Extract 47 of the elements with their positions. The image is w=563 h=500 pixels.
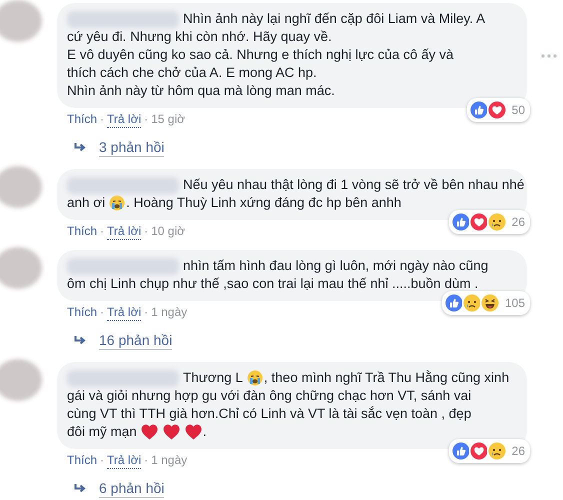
reactions-badge[interactable]: 26 bbox=[448, 439, 530, 463]
separator-dot: · bbox=[144, 111, 148, 128]
comment-text: cùng VT thì TTH già hơn.Chỉ có Linh và VT là tài sắc vẹn toàn , đẹp bbox=[67, 405, 472, 423]
reaction-count: 105 bbox=[504, 296, 525, 310]
comment-text: ôm chị Linh chụp như thế ,sao con trai lại mau thế nhỉ .....buồn dùm . bbox=[67, 275, 478, 293]
reaction-count: 26 bbox=[512, 215, 525, 229]
comment-text: Nhìn ảnh này từ hôm qua mà lòng man mác. bbox=[67, 82, 335, 100]
comment-text: . Hoàng Thuỳ Linh xứng đáng đc hp bên anhh bbox=[126, 194, 402, 212]
like-link[interactable]: Thích bbox=[67, 111, 98, 128]
timestamp: 1 ngày bbox=[151, 304, 188, 321]
reply-link[interactable]: Trả lời bbox=[107, 111, 142, 128]
timestamp: 1 ngày bbox=[151, 452, 188, 469]
reactions-badge[interactable]: 105 bbox=[442, 291, 530, 315]
view-replies-link[interactable]: 6 phản hồi bbox=[99, 480, 164, 498]
reactions-badge[interactable]: 26 bbox=[448, 210, 530, 234]
comment-text: Nếu yêu nhau thật lòng đi 1 vòng sẽ trở về bên nhau nhé bbox=[183, 176, 524, 194]
reply-link[interactable]: Trả lời bbox=[107, 223, 142, 240]
timestamp: 10 giờ bbox=[151, 223, 185, 240]
comment-text: anh ơi bbox=[67, 194, 106, 212]
comment-text: nhìn tấm hình đau lòng gì luôn, mới ngày nào cũng bbox=[183, 257, 488, 275]
separator-dot: · bbox=[144, 452, 148, 469]
comment-text: gái và giỏi nhưng hợp gu với đàn ông chững chạc hơn VT, sánh vai bbox=[67, 387, 472, 405]
comment-text: . bbox=[202, 423, 207, 441]
view-replies-link[interactable]: 16 phản hồi bbox=[99, 332, 172, 350]
separator-dot: · bbox=[100, 223, 104, 240]
separator-dot: · bbox=[144, 304, 148, 321]
reaction-count: 26 bbox=[512, 444, 525, 458]
comment-text: thích cách che chở của A. E mong AC hp. bbox=[67, 64, 317, 82]
comment-text: E vô duyên cũng ko sao cả. Nhưng e thích nghị lực của cô ấy và bbox=[67, 46, 454, 64]
like-link[interactable]: Thích bbox=[67, 304, 98, 321]
separator-dot: · bbox=[100, 452, 104, 469]
reaction-count: 50 bbox=[512, 103, 525, 117]
comment-text: , theo mình nghĩ Trầ Thu Hằng cũng xinh bbox=[264, 369, 510, 387]
separator-dot: · bbox=[100, 304, 104, 321]
like-link[interactable]: Thích bbox=[67, 223, 98, 240]
comment-text: cứ yêu đi. Nhưng khi còn nhớ. Hãy quay về. bbox=[67, 28, 332, 46]
reply-link[interactable]: Trả lời bbox=[107, 452, 142, 469]
like-link[interactable]: Thích bbox=[67, 452, 98, 469]
view-replies-link[interactable]: 3 phản hồi bbox=[99, 139, 164, 157]
comment-text: Nhìn ảnh này lại nghĩ đến cặp đôi Liam và Miley. A bbox=[183, 10, 486, 28]
timestamp: 15 giờ bbox=[151, 111, 185, 128]
comment-text: Thương L bbox=[183, 369, 243, 387]
reply-link[interactable]: Trả lời bbox=[107, 304, 142, 321]
comment-text: đôi mỹ mạn bbox=[67, 423, 137, 441]
separator-dot: · bbox=[100, 111, 104, 128]
reactions-badge[interactable]: 50 bbox=[466, 98, 530, 122]
separator-dot: · bbox=[144, 223, 148, 240]
